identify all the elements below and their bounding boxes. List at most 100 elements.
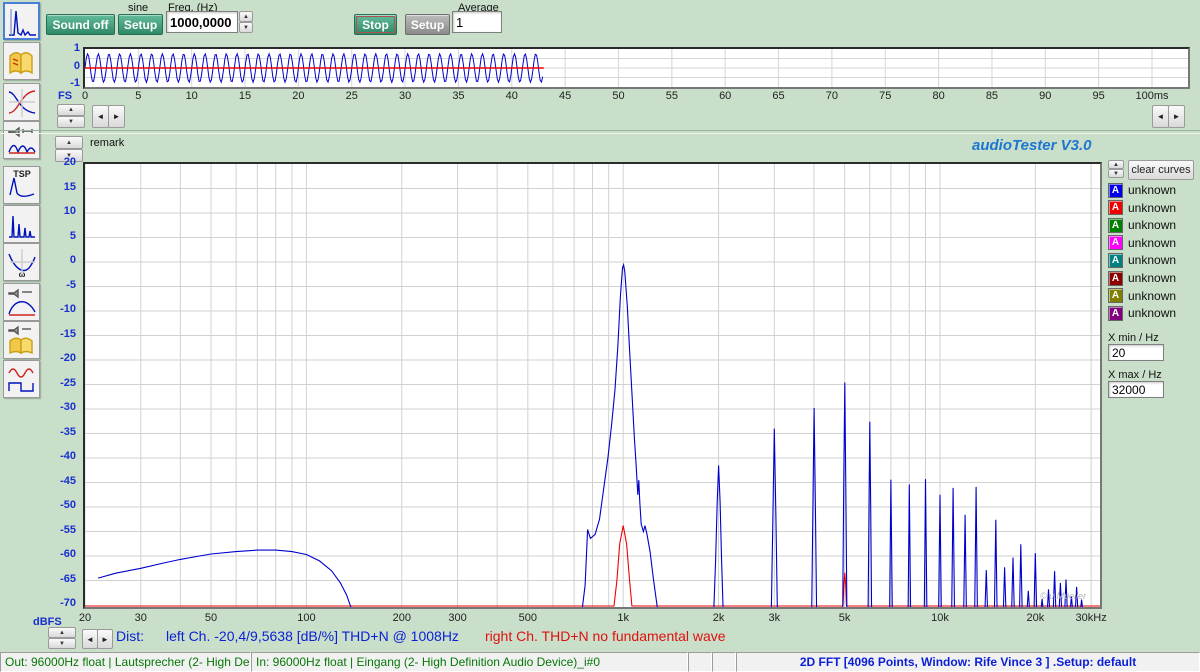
- down-arrow-icon[interactable]: ▼: [48, 638, 76, 649]
- waveform-trace: [85, 49, 1188, 87]
- curve-name-label: unknown: [1128, 306, 1176, 320]
- svg-text:TSP: TSP: [13, 169, 31, 179]
- waveform-tick-label: 60: [719, 90, 731, 102]
- legend-item[interactable]: Aunknown: [1108, 305, 1176, 321]
- dist-left-channel-readout: left Ch. -20,4/9,5638 [dB/%] THD+N @ 100…: [166, 628, 459, 644]
- waveform-tick-label: 65: [772, 90, 784, 102]
- signal-generator-book-icon: [6, 44, 38, 78]
- curve-color-chip[interactable]: A: [1108, 218, 1123, 233]
- waveform-scroll-left-button-2[interactable]: ◄: [1152, 105, 1169, 128]
- spectrum-plot[interactable]: [83, 162, 1102, 609]
- spectrum-y-tick-label: -10: [30, 303, 76, 315]
- curve-color-chip[interactable]: A: [1108, 183, 1123, 198]
- average-input[interactable]: [452, 11, 502, 33]
- legend-item[interactable]: Aunknown: [1108, 182, 1176, 198]
- dist-scroll-right-button[interactable]: ►: [97, 629, 113, 649]
- up-arrow-icon[interactable]: ▲: [1108, 160, 1124, 169]
- down-arrow-icon[interactable]: ▼: [57, 116, 85, 128]
- up-arrow-icon[interactable]: ▲: [48, 627, 76, 638]
- legend-stepper[interactable]: ▲ ▼: [1108, 160, 1124, 178]
- xmax-input[interactable]: [1108, 381, 1164, 398]
- waveform-tick-label: 95: [1093, 90, 1105, 102]
- spectrum-y-tick-label: -55: [30, 524, 76, 536]
- frequency-input[interactable]: [166, 11, 238, 33]
- curve-name-label: unknown: [1128, 201, 1176, 215]
- legend-item[interactable]: Aunknown: [1108, 270, 1176, 286]
- statusbar-fft-settings: 2D FFT [4096 Points, Window: Rife Vince …: [736, 652, 1200, 672]
- curve-color-chip[interactable]: A: [1108, 288, 1123, 303]
- clear-curves-button[interactable]: clear curves: [1128, 160, 1194, 180]
- spectrum-y-tick-label: 20: [30, 156, 76, 168]
- waveform-zoom-stepper[interactable]: ▲ ▼: [57, 104, 85, 128]
- dist-right-channel-readout: right Ch. THD+N no fundamental wave: [485, 628, 726, 644]
- xmin-input[interactable]: [1108, 344, 1164, 361]
- wave-ymin-label: -1: [34, 77, 80, 89]
- curve-color-chip[interactable]: A: [1108, 271, 1123, 286]
- statusbar-cell: [712, 652, 736, 672]
- waveform-tick-label: 20: [292, 90, 304, 102]
- spectrum-x-tick-label: 20: [79, 612, 91, 624]
- spectrum-y-tick-label: -20: [30, 352, 76, 364]
- sound-off-button[interactable]: Sound off: [46, 14, 115, 35]
- spectrum-x-tick-label: 3k: [769, 612, 781, 624]
- spectrum-x-tick-label: 20k: [1026, 612, 1044, 624]
- down-arrow-icon[interactable]: ▼: [239, 22, 253, 33]
- waveform-plot[interactable]: [83, 47, 1190, 89]
- waveform-tick-label: 90: [1039, 90, 1051, 102]
- spectrum-y-tick-label: -50: [30, 499, 76, 511]
- legend-item[interactable]: Aunknown: [1108, 200, 1176, 216]
- legend-item[interactable]: Aunknown: [1108, 217, 1176, 233]
- waveform-tick-label: 40: [506, 90, 518, 102]
- spectrum-y-tick-label: 0: [30, 254, 76, 266]
- svg-text:ω: ω: [18, 270, 25, 279]
- curve-name-label: unknown: [1128, 218, 1176, 232]
- legend-item[interactable]: Aunknown: [1108, 288, 1176, 304]
- waveform-tick-label: 85: [986, 90, 998, 102]
- dist-label: Dist:: [116, 628, 144, 644]
- down-arrow-icon[interactable]: ▼: [1108, 169, 1124, 178]
- signal-type-label: sine: [128, 2, 148, 14]
- analyzer-setup-button[interactable]: Setup: [405, 14, 450, 35]
- curve-color-chip[interactable]: A: [1108, 200, 1123, 215]
- up-arrow-icon[interactable]: ▲: [55, 136, 83, 149]
- curve-color-chip[interactable]: A: [1108, 306, 1123, 321]
- waveform-tick-label: 25: [346, 90, 358, 102]
- spectrum-x-tick-label: 2k: [713, 612, 725, 624]
- audiotester-window: TSPω sine Freq. (Hz) Average Sound off S…: [0, 0, 1200, 672]
- spectrum-y-tick-label: 10: [30, 205, 76, 217]
- waveform-tick-label: 80: [932, 90, 944, 102]
- curve-color-chip[interactable]: A: [1108, 235, 1123, 250]
- stop-button[interactable]: Stop: [354, 14, 397, 35]
- spectrum-x-tick-label: 200: [393, 612, 411, 624]
- waveform-tick-label: 100ms: [1135, 90, 1168, 102]
- curve-name-label: unknown: [1128, 253, 1176, 267]
- legend-item[interactable]: Aunknown: [1108, 252, 1176, 268]
- spectrum-y-tick-label: -40: [30, 450, 76, 462]
- remark-label: remark: [90, 137, 124, 149]
- sidebar-speaker-impulse-button[interactable]: [3, 121, 40, 159]
- waveform-tick-label: 35: [452, 90, 464, 102]
- legend-item[interactable]: Aunknown: [1108, 235, 1176, 251]
- sidebar-fft-spectrum-button[interactable]: [3, 2, 40, 40]
- up-arrow-icon[interactable]: ▲: [239, 11, 253, 22]
- frequency-response-icon: [6, 85, 38, 119]
- waveform-tick-label: 50: [612, 90, 624, 102]
- waveform-tick-label: 45: [559, 90, 571, 102]
- curve-name-label: unknown: [1128, 271, 1176, 285]
- waveform-scroll-left-button[interactable]: ◄: [92, 105, 109, 128]
- curve-color-chip[interactable]: A: [1108, 253, 1123, 268]
- waveform-scroll-right-button[interactable]: ►: [108, 105, 125, 128]
- spectrum-y-tick-label: -70: [30, 597, 76, 609]
- wave-ymax-label: 1: [34, 42, 80, 54]
- waveform-tick-label: 15: [239, 90, 251, 102]
- spectrum-y-tick-label: -60: [30, 548, 76, 560]
- waveform-scroll-right-button-2[interactable]: ►: [1168, 105, 1185, 128]
- statusbar-output-device: Out: 96000Hz float | Lautsprecher (2- Hi…: [0, 652, 251, 672]
- frequency-stepper[interactable]: ▲ ▼: [239, 11, 253, 33]
- up-arrow-icon[interactable]: ▲: [57, 104, 85, 116]
- dist-stepper[interactable]: ▲ ▼: [48, 627, 76, 649]
- app-title: audioTester V3.0: [972, 137, 1092, 154]
- dist-scroll-left-button[interactable]: ◄: [82, 629, 98, 649]
- signal-setup-button[interactable]: Setup: [118, 14, 163, 35]
- waveform-tick-label: 55: [666, 90, 678, 102]
